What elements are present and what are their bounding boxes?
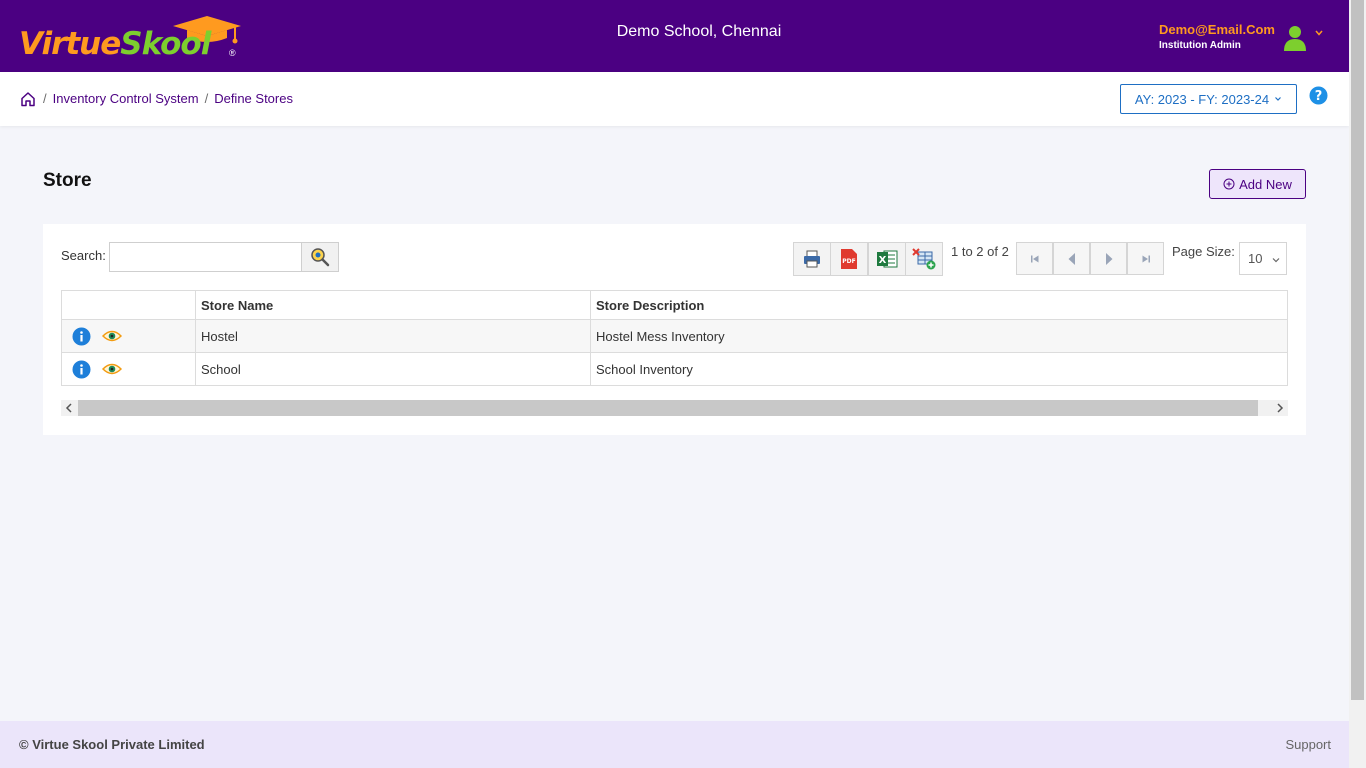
breadcrumb-item-define-stores[interactable]: Define Stores (214, 91, 293, 106)
breadcrumb-separator: / (204, 91, 209, 106)
view-icon[interactable] (102, 329, 122, 343)
table-row: Hostel Hostel Mess Inventory (61, 319, 1288, 353)
prev-page-icon (1068, 252, 1075, 265)
table-header-row: Store Name Store Description (61, 290, 1288, 320)
svg-text:?: ? (1315, 89, 1323, 104)
breadcrumb-bar: / Inventory Control System / Define Stor… (0, 72, 1349, 126)
home-icon[interactable] (20, 91, 36, 107)
page-size-select[interactable]: 10 (1239, 242, 1287, 275)
scroll-right-icon[interactable] (1276, 403, 1284, 413)
next-page-icon (1105, 252, 1112, 265)
first-page-button[interactable] (1016, 242, 1053, 275)
chevron-down-icon (1272, 258, 1280, 263)
export-excel-button[interactable]: X (868, 242, 906, 276)
horizontal-scrollbar[interactable] (61, 400, 1288, 416)
search-label: Search: (61, 248, 106, 263)
support-link[interactable]: Support (1285, 737, 1331, 752)
user-role: Institution Admin (1159, 40, 1241, 51)
page-size-label: Page Size: (1172, 244, 1235, 259)
breadcrumb-item-inventory[interactable]: Inventory Control System (53, 91, 199, 106)
page-vertical-scrollbar[interactable] (1349, 0, 1366, 768)
pdf-icon: PDF (841, 249, 857, 269)
previous-page-button[interactable] (1053, 242, 1090, 275)
search-icon (311, 248, 330, 267)
row-actions (61, 352, 196, 386)
add-new-label: Add New (1239, 176, 1292, 192)
table-row: School School Inventory (61, 352, 1288, 386)
info-icon[interactable] (72, 327, 91, 346)
next-page-button[interactable] (1090, 242, 1127, 275)
info-icon[interactable] (72, 360, 91, 379)
breadcrumb: / Inventory Control System / Define Stor… (43, 91, 293, 106)
store-name-cell: School (195, 352, 591, 386)
store-table: Store Name Store Description Hostel Host… (61, 290, 1288, 386)
breadcrumb-separator: / (43, 91, 47, 106)
column-header-actions (61, 290, 196, 320)
logo-registered: ® (229, 48, 236, 58)
import-excel-button[interactable] (905, 242, 943, 276)
row-actions (61, 319, 196, 353)
last-page-icon (1142, 255, 1150, 262)
page-title: Store (43, 170, 92, 191)
page-vertical-scrollbar-thumb[interactable] (1351, 0, 1364, 700)
user-email[interactable]: Demo@Email.Com (1159, 22, 1275, 37)
chevron-down-icon (1275, 97, 1282, 101)
print-button[interactable] (793, 242, 831, 276)
view-icon[interactable] (102, 362, 122, 376)
horizontal-scrollbar-thumb[interactable] (78, 400, 1258, 416)
footer: © Virtue Skool Private Limited Support (0, 721, 1349, 768)
store-description-cell: Hostel Mess Inventory (590, 319, 1288, 353)
help-icon[interactable]: ? (1309, 86, 1328, 105)
copyright-text: © Virtue Skool Private Limited (19, 737, 205, 752)
column-header-store-description[interactable]: Store Description (590, 290, 1288, 320)
add-new-button[interactable]: Add New (1209, 169, 1306, 199)
svg-text:PDF: PDF (842, 258, 855, 265)
chevron-down-icon[interactable] (1314, 28, 1324, 38)
store-name-cell: Hostel (195, 319, 591, 353)
search-input[interactable] (109, 242, 302, 272)
top-header: VirtueSkool ® Demo School, Chennai Demo@… (0, 0, 1349, 72)
year-selector[interactable]: AY: 2023 - FY: 2023-24 (1120, 84, 1297, 114)
first-page-icon (1030, 255, 1038, 262)
export-pdf-button[interactable]: PDF (830, 242, 868, 276)
store-grid-card: Search: PDF X 1 to 2 of 2 Page Size: 10 … (43, 224, 1306, 435)
search-button[interactable] (301, 242, 339, 272)
scroll-left-icon[interactable] (65, 403, 73, 413)
excel-import-icon (912, 248, 936, 270)
pager-summary: 1 to 2 of 2 (951, 244, 1009, 259)
year-selector-label: AY: 2023 - FY: 2023-24 (1134, 91, 1270, 107)
excel-icon: X (877, 250, 898, 268)
svg-text:X: X (879, 255, 887, 266)
page-size-value: 10 (1248, 251, 1263, 266)
print-icon (804, 250, 820, 268)
plus-circle-icon (1223, 178, 1235, 190)
last-page-button[interactable] (1127, 242, 1164, 275)
user-avatar-icon[interactable] (1282, 24, 1308, 52)
store-description-cell: School Inventory (590, 352, 1288, 386)
column-header-store-name[interactable]: Store Name (195, 290, 591, 320)
